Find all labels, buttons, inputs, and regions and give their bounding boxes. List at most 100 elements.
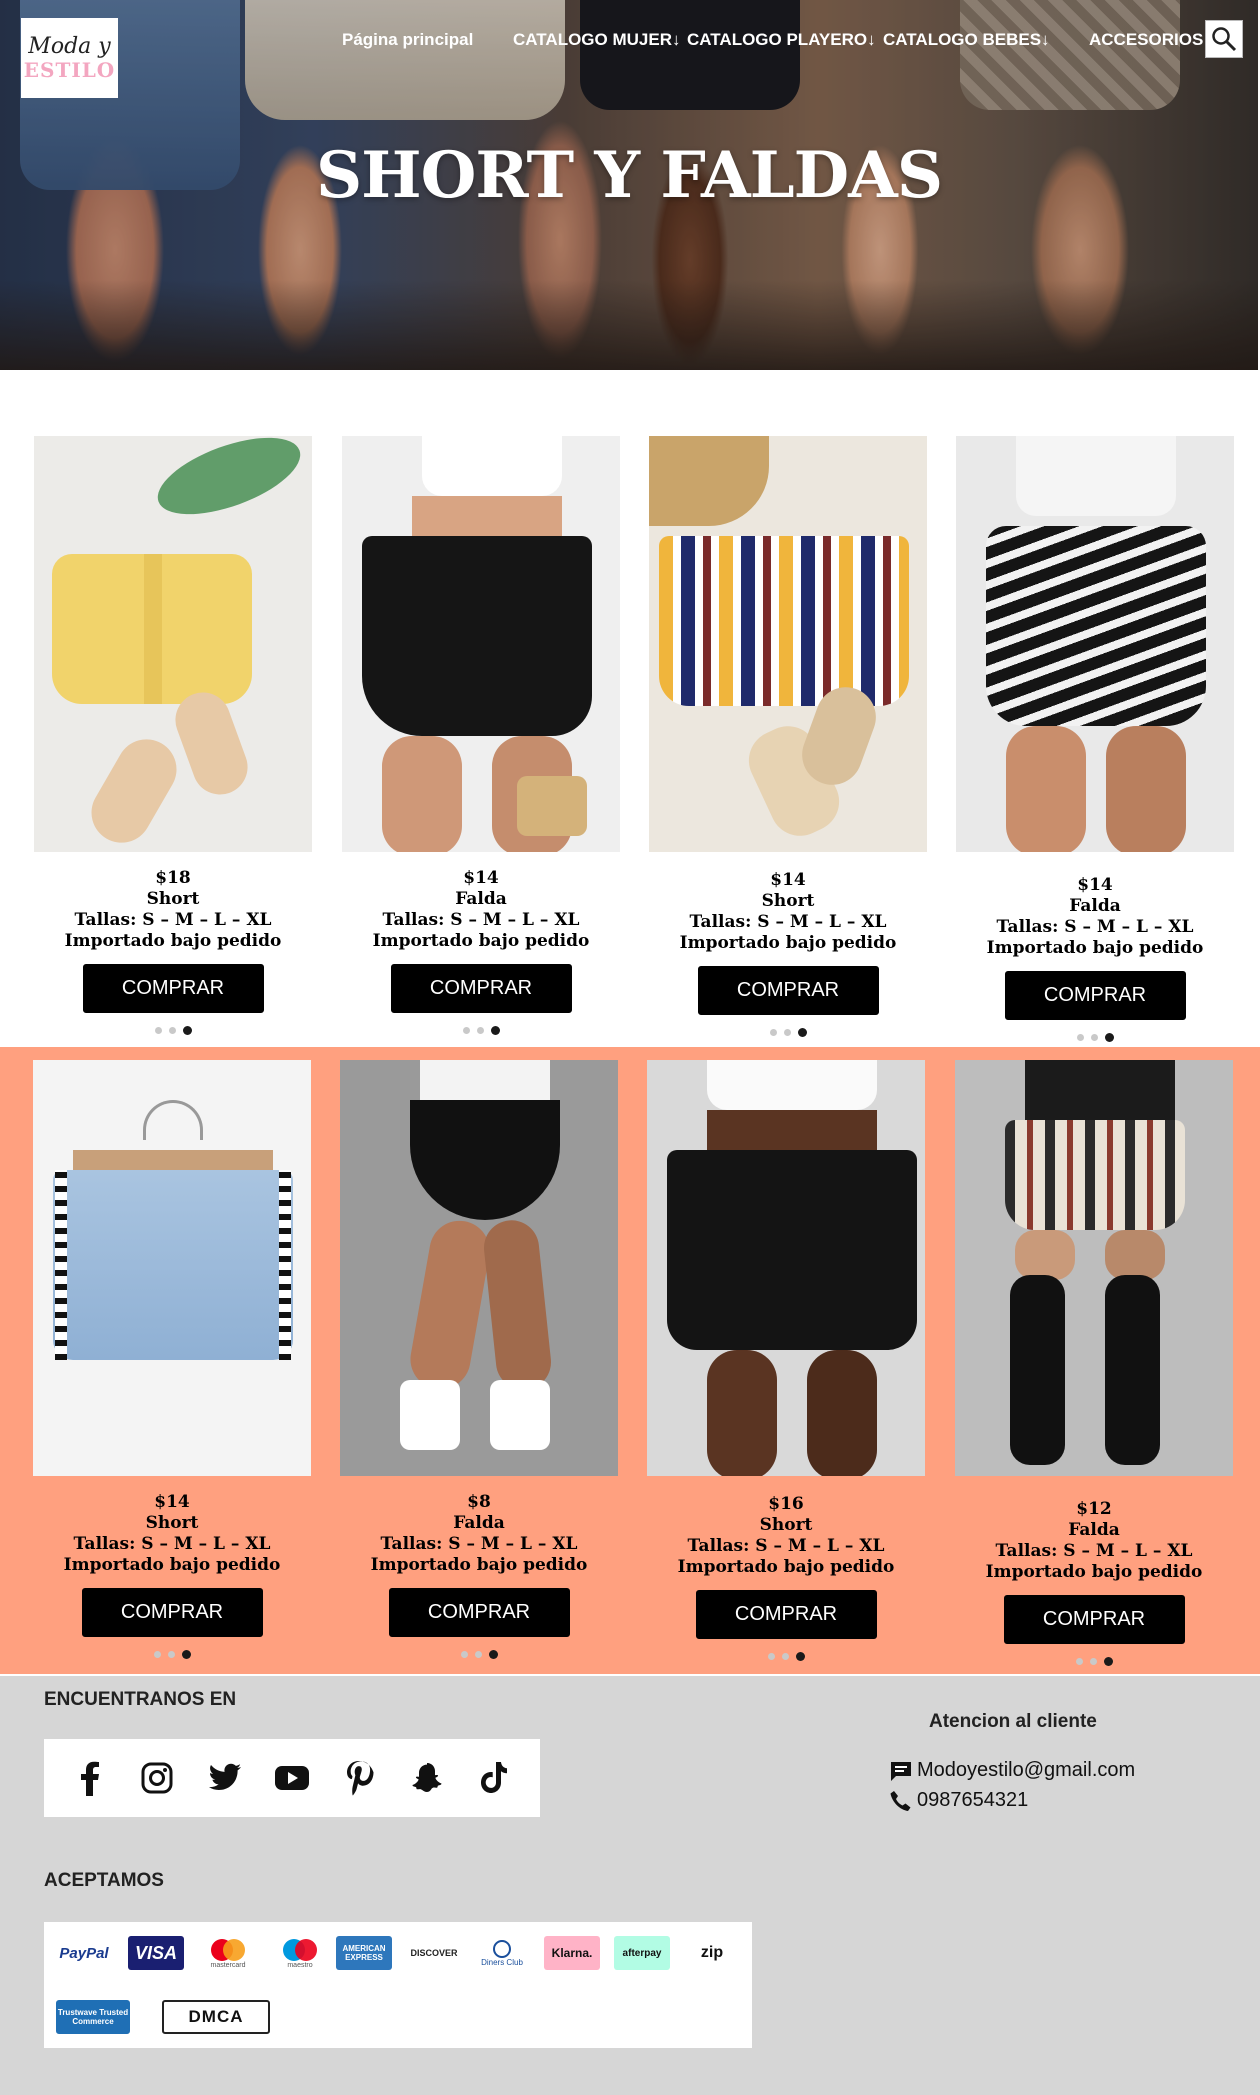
product-type: Falda (453, 1513, 505, 1533)
product-card: $14 Short Tallas: S – M – L – XL Importado … (33, 1060, 311, 1659)
carousel-dot[interactable] (769, 1028, 777, 1036)
mastercard-logo: mastercard (200, 1936, 256, 1970)
product-note: Importado bajo pedido (677, 1557, 895, 1577)
carousel-dot[interactable] (460, 1650, 468, 1658)
carousel-dots (340, 1649, 618, 1659)
carousel-dots (647, 1651, 925, 1661)
product-price: $14 (154, 1492, 190, 1512)
product-card: $12 Falda Tallas: S – M – L – XL Importado … (955, 1060, 1233, 1666)
buy-button[interactable]: COMPRAR (388, 1588, 570, 1637)
carousel-dot[interactable] (1089, 1657, 1097, 1665)
nav-catalog-women[interactable]: CATALOGO MUJER↓ (513, 30, 680, 54)
support-heading: Atencion al cliente (929, 1711, 1097, 1732)
nav-catalog-beach[interactable]: CATALOGO PLAYERO↓ (687, 30, 876, 54)
message-icon (891, 1761, 911, 1781)
twitter-icon[interactable] (205, 1758, 245, 1798)
buy-button[interactable]: COMPRAR (697, 966, 879, 1015)
product-type: Short (146, 889, 200, 909)
product-image[interactable] (649, 436, 927, 852)
snapchat-icon[interactable] (407, 1758, 447, 1798)
carousel-dot[interactable] (462, 1026, 470, 1034)
instagram-icon[interactable] (137, 1758, 177, 1798)
product-price: $14 (770, 870, 806, 890)
buy-button[interactable]: COMPRAR (390, 964, 572, 1013)
product-image[interactable] (34, 436, 312, 852)
product-note: Importado bajo pedido (63, 1555, 281, 1575)
carousel-dot[interactable] (182, 1025, 192, 1035)
maestro-logo: maestro (272, 1936, 328, 1970)
carousel-dot[interactable] (476, 1026, 484, 1034)
carousel-dots (955, 1656, 1233, 1666)
carousel-dot[interactable] (1076, 1033, 1084, 1041)
product-sizes: Tallas: S – M – L – XL (74, 910, 272, 930)
buy-button[interactable]: COMPRAR (82, 964, 264, 1013)
discover-logo: DISCOVER (410, 1948, 458, 1958)
buy-button[interactable]: COMPRAR (1004, 971, 1186, 1020)
product-card: $14 Falda Tallas: S – M – L – XL Importado … (342, 436, 620, 1035)
contact-email[interactable]: Modoyestilo@gmail.com (889, 1759, 1135, 1782)
product-image[interactable] (647, 1060, 925, 1476)
nav-home[interactable]: Página principal (342, 30, 473, 54)
product-price: $18 (155, 868, 191, 888)
carousel-dot[interactable] (1075, 1657, 1083, 1665)
product-price: $16 (768, 1494, 804, 1514)
klarna-logo: Klarna. (544, 1936, 600, 1970)
product-type: Falda (1069, 896, 1121, 916)
carousel-dots (33, 1649, 311, 1659)
product-type: Falda (1068, 1520, 1120, 1540)
carousel-dot[interactable] (783, 1028, 791, 1036)
nav-catalog-babies[interactable]: CATALOGO BEBES↓ (883, 30, 1050, 54)
product-type: Short (145, 1513, 199, 1533)
buy-button[interactable]: COMPRAR (695, 1590, 877, 1639)
carousel-dot[interactable] (181, 1649, 191, 1659)
product-card: $14 Short Tallas: S – M – L – XL Importado … (649, 436, 927, 1037)
product-image[interactable] (33, 1060, 311, 1476)
carousel-dot[interactable] (795, 1651, 805, 1661)
pinterest-icon[interactable] (339, 1758, 379, 1798)
payment-methods: PayPal VISA mastercard maestro AMERICAN … (44, 1922, 752, 2048)
nav-accessories[interactable]: ACCESORIOS↓ (1089, 30, 1212, 54)
carousel-dot[interactable] (154, 1026, 162, 1034)
carousel-dot[interactable] (153, 1650, 161, 1658)
phone-icon (890, 1790, 911, 1811)
carousel-dots (34, 1025, 312, 1035)
search-button[interactable] (1205, 20, 1243, 58)
youtube-icon[interactable] (272, 1758, 312, 1798)
visa-logo: VISA (128, 1936, 184, 1970)
product-note: Importado bajo pedido (985, 1562, 1203, 1582)
carousel-dots (649, 1027, 927, 1037)
product-note: Importado bajo pedido (64, 931, 282, 951)
product-sizes: Tallas: S – M – L – XL (995, 1541, 1193, 1561)
product-image[interactable] (955, 1060, 1233, 1476)
carousel-dot[interactable] (1090, 1033, 1098, 1041)
carousel-dot[interactable] (488, 1649, 498, 1659)
brand-logo[interactable]: Moda y ESTILO (21, 18, 118, 98)
carousel-dot[interactable] (1103, 1656, 1113, 1666)
facebook-icon[interactable] (70, 1758, 110, 1798)
logo-text-line2: ESTILO (23, 58, 116, 82)
product-image[interactable] (340, 1060, 618, 1476)
product-image[interactable] (956, 436, 1234, 852)
carousel-dot[interactable] (1104, 1032, 1114, 1042)
carousel-dot[interactable] (781, 1652, 789, 1660)
email-text: Modoyestilo@gmail.com (917, 1759, 1136, 1781)
search-icon (1212, 27, 1237, 52)
diners-logo: Diners Club (474, 1936, 530, 1970)
carousel-dot[interactable] (490, 1025, 500, 1035)
product-type: Short (761, 891, 815, 911)
contact-phone[interactable]: 0987654321 (889, 1789, 1028, 1812)
carousel-dot[interactable] (797, 1027, 807, 1037)
product-image[interactable] (342, 436, 620, 852)
product-note: Importado bajo pedido (679, 933, 897, 953)
carousel-dots (956, 1032, 1234, 1042)
product-type: Short (759, 1515, 813, 1535)
carousel-dot[interactable] (167, 1650, 175, 1658)
carousel-dot[interactable] (474, 1650, 482, 1658)
buy-button[interactable]: COMPRAR (81, 1588, 263, 1637)
carousel-dot[interactable] (767, 1652, 775, 1660)
carousel-dot[interactable] (168, 1026, 176, 1034)
buy-button[interactable]: COMPRAR (1003, 1595, 1185, 1644)
product-card: $14 Falda Tallas: S – M – L – XL Importado … (956, 436, 1234, 1042)
zip-logo: zip (700, 1944, 724, 1961)
tiktok-icon[interactable] (474, 1758, 514, 1798)
